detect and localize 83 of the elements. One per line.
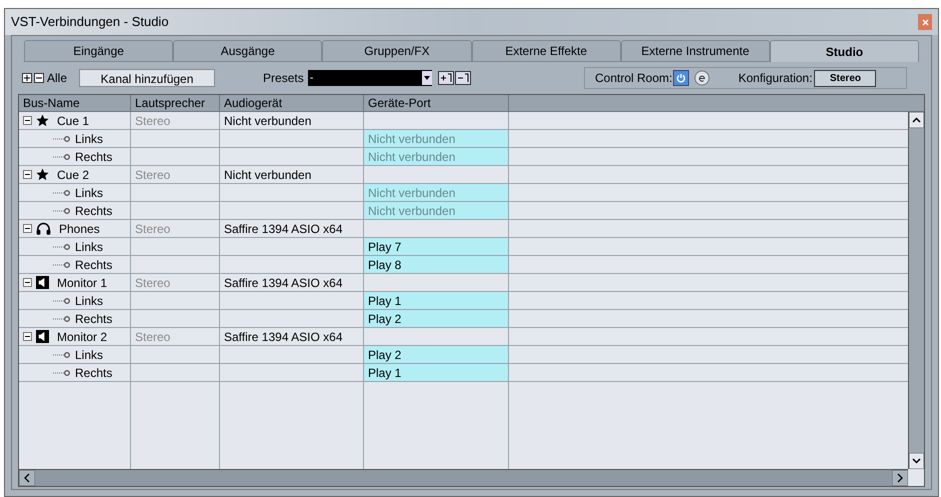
vertical-scrollbar[interactable] (908, 112, 924, 469)
star-icon (36, 114, 49, 127)
channel-name: Rechts (75, 364, 112, 382)
headphones-icon (36, 222, 51, 235)
channel-connector-icon (53, 314, 71, 322)
channel-name: Rechts (75, 310, 112, 328)
channel-connector-icon (53, 206, 71, 214)
power-icon (676, 73, 686, 83)
device-cell-text: Nicht verbunden (224, 166, 312, 184)
tab[interactable]: Eingänge (24, 40, 174, 62)
channel-name: Links (75, 292, 104, 310)
scroll-right-icon[interactable] (892, 470, 908, 486)
speaker-icon (36, 330, 49, 343)
scroll-up-icon[interactable] (909, 112, 924, 128)
collapse-all-icon[interactable] (34, 73, 44, 83)
bus-name: Monitor 1 (57, 274, 108, 292)
bus-name: Monitor 2 (57, 328, 108, 346)
collapse-toggle[interactable] (23, 332, 32, 341)
bus-name: Phones (59, 220, 100, 238)
device-cell-text: Saffire 1394 ASIO x64 (224, 328, 343, 346)
port-cell[interactable]: Play 1 (364, 292, 509, 309)
channel-connector-icon (53, 242, 71, 250)
channel-name: Rechts (75, 148, 112, 166)
channel-connector-icon (53, 350, 71, 358)
bus-name: Cue 2 (57, 166, 90, 184)
star-icon (36, 168, 49, 181)
device-cell-text: Nicht verbunden (224, 112, 312, 130)
port-cell[interactable]: Play 2 (364, 310, 509, 327)
column-header[interactable]: Bus-Name (19, 95, 131, 111)
save-preset-icon[interactable] (438, 71, 454, 85)
port-cell[interactable]: Play 8 (364, 256, 509, 273)
channel-connector-icon (53, 152, 71, 160)
add-channel-button[interactable]: Kanal hinzufügen (79, 69, 216, 87)
port-cell[interactable]: Play 1 (364, 364, 509, 381)
presets-label: Presets (263, 70, 304, 87)
channel-name: Rechts (75, 256, 112, 274)
channel-connector-icon (53, 296, 71, 304)
channel-name: Links (75, 238, 104, 256)
speaker-cell-text: Stereo (135, 166, 170, 184)
tab[interactable]: Ausgänge (173, 40, 322, 62)
device-cell-text: Saffire 1394 ASIO x64 (224, 220, 343, 238)
window-title: VST-Verbindungen - Studio (11, 13, 169, 32)
port-cell[interactable]: Play 2 (364, 346, 509, 363)
speaker-cell-text: Stereo (135, 328, 170, 346)
tab[interactable]: Gruppen/FX (322, 40, 472, 62)
speaker-cell-text: Stereo (135, 274, 170, 292)
channel-name: Links (75, 184, 104, 202)
channel-name: Links (75, 130, 104, 148)
speaker-icon (36, 276, 49, 289)
tab[interactable]: Studio (770, 40, 920, 62)
bus-name: Cue 1 (57, 112, 90, 130)
channel-name: Links (75, 346, 104, 364)
remove-preset-icon[interactable] (454, 71, 471, 85)
close-icon (922, 18, 928, 26)
channel-connector-icon (53, 188, 71, 196)
column-header[interactable]: Lautsprecher (131, 95, 220, 111)
configuration-field[interactable]: Stereo (814, 70, 876, 86)
channel-connector-icon (53, 134, 71, 142)
device-cell-text: Saffire 1394 ASIO x64 (224, 274, 343, 292)
collapse-toggle[interactable] (23, 170, 32, 179)
collapse-toggle[interactable] (23, 116, 32, 125)
channel-connector-icon (53, 260, 71, 268)
scroll-down-icon[interactable] (909, 453, 924, 469)
collapse-toggle[interactable] (23, 224, 32, 233)
channel-name: Rechts (75, 202, 112, 220)
configuration-label: Konfiguration: (738, 70, 812, 87)
column-header[interactable]: Geräte-Port (364, 95, 509, 111)
speaker-cell-text: Stereo (135, 112, 170, 130)
scroll-left-icon[interactable] (19, 470, 35, 486)
expand-all-label: Alle (47, 70, 68, 87)
tab[interactable]: Externe Instrumente (620, 40, 770, 62)
column-header[interactable]: Audiogerät (220, 95, 364, 111)
port-cell[interactable]: Play 7 (364, 238, 509, 255)
collapse-toggle[interactable] (23, 278, 32, 287)
horizontal-scrollbar[interactable] (19, 469, 908, 486)
speaker-cell-text: Stereo (135, 220, 170, 238)
tab[interactable]: Externe Effekte (472, 40, 621, 62)
power-button[interactable] (673, 70, 690, 86)
channel-connector-icon (53, 368, 71, 376)
close-button[interactable] (918, 14, 932, 30)
expand-all-icon[interactable] (22, 73, 32, 83)
control-room-label: Control Room: (595, 70, 672, 87)
presets-dropdown[interactable]: - (308, 70, 432, 86)
